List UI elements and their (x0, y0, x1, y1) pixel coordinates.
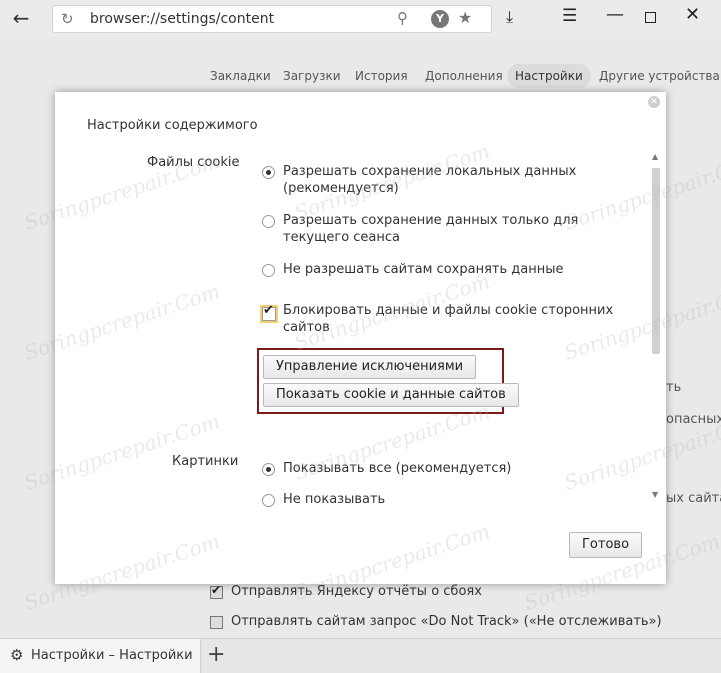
scroll-down-icon[interactable]: ▼ (652, 490, 658, 499)
send-crash-reports-checkbox[interactable] (210, 583, 223, 599)
download-icon[interactable]: ⤓ (506, 7, 513, 27)
send-crash-reports-label: Отправлять Яндексу отчёты о сбоях (231, 584, 482, 599)
block-third-party-label: Блокировать данные и файлы cookie сторон… (283, 303, 614, 335)
address-bar[interactable]: ↻ browser://settings/content ⚲ Y ★ (52, 5, 492, 33)
dialog-title: Настройки содержимого (87, 118, 258, 133)
radio-button[interactable] (262, 166, 275, 179)
browser-tab[interactable]: ⚙ Настройки – Настройки (0, 639, 201, 673)
radio-button[interactable] (262, 494, 275, 507)
settings-nav: Закладки Загрузки История Дополнения Нас… (0, 64, 721, 88)
window-close-icon[interactable]: ✕ (685, 4, 700, 25)
nav-tab-downloads[interactable]: Загрузки (283, 64, 341, 88)
block-third-party-checkbox[interactable] (262, 303, 276, 321)
url-text[interactable]: browser://settings/content (90, 11, 274, 27)
radio-label: Показывать все (рекомендуется) (283, 461, 512, 476)
radio-label: Не разрешать сайтам сохранять данные (283, 262, 564, 277)
content-settings-dialog: ✕ Настройки содержимого Файлы cookie Раз… (55, 92, 666, 584)
scroll-up-icon[interactable]: ▲ (652, 152, 658, 161)
browser-toolbar: ← ↻ browser://settings/content ⚲ Y ★ ⤓ ☰… (0, 0, 721, 38)
nav-tab-settings[interactable]: Настройки (507, 64, 591, 88)
bookmark-star-icon[interactable]: ★ (458, 8, 472, 27)
do-not-track-label: Отправлять сайтам запрос «Do Not Track» … (231, 614, 662, 629)
maximize-icon[interactable] (645, 12, 656, 23)
yandex-icon[interactable]: Y (431, 10, 449, 28)
show-cookies-button[interactable]: Показать cookie и данные сайтов (263, 383, 519, 407)
background-text-fragment: опасных (666, 412, 721, 427)
tab-strip: ⚙ Настройки – Настройки + (0, 638, 721, 673)
radio-label: Разрешать сохранение данных только для т… (283, 213, 579, 245)
background-text-fragment: ть (666, 380, 682, 395)
nav-tab-history[interactable]: История (355, 64, 408, 88)
tab-title: Настройки – Настройки (31, 648, 193, 663)
close-icon[interactable]: ✕ (648, 96, 660, 108)
done-button[interactable]: Готово (569, 532, 643, 558)
radio-button[interactable] (262, 264, 275, 277)
radio-button[interactable] (262, 463, 275, 476)
new-tab-plus-icon[interactable]: + (207, 642, 225, 667)
manage-exceptions-button[interactable]: Управление исключениями (263, 355, 477, 379)
images-section-label: Картинки (172, 454, 239, 469)
gear-icon: ⚙ (10, 646, 24, 664)
dialog-scrollbar[interactable]: ▲ ▼ (650, 152, 662, 502)
nav-tab-bookmarks[interactable]: Закладки (210, 64, 271, 88)
nav-tab-extensions[interactable]: Дополнения (425, 64, 503, 88)
scroll-thumb[interactable] (652, 168, 660, 354)
reload-icon[interactable]: ↻ (61, 10, 74, 28)
nav-tab-other-devices[interactable]: Другие устройства (599, 64, 720, 88)
cookies-section-label: Файлы cookie (147, 155, 240, 170)
back-arrow-icon[interactable]: ← (8, 6, 34, 32)
radio-label: Разрешать сохранение локальных данных (р… (283, 164, 577, 196)
background-text-fragment: ых сайтах (666, 491, 721, 506)
search-icon[interactable]: ⚲ (397, 9, 408, 27)
hamburger-menu-icon[interactable]: ☰ (562, 6, 577, 26)
radio-label: Не показывать (283, 492, 386, 507)
radio-button[interactable] (262, 215, 275, 228)
minimize-icon[interactable]: — (606, 4, 624, 25)
do-not-track-checkbox[interactable] (210, 616, 223, 629)
